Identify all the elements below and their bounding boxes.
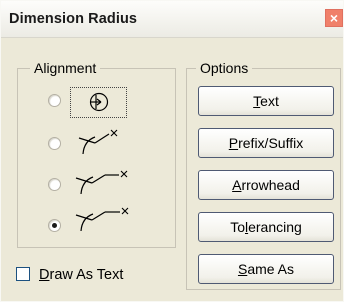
draw-as-text-checkbox[interactable] xyxy=(16,267,30,281)
draw-as-text-label[interactable]: Draw As Text xyxy=(39,267,123,283)
same-as-button[interactable]: Same As xyxy=(198,254,334,284)
close-icon: × xyxy=(329,10,339,26)
radius-long-shoulder-icon[interactable] xyxy=(71,206,133,232)
alignment-radio-4[interactable] xyxy=(48,219,61,232)
alignment-legend: Alignment xyxy=(30,60,101,76)
alignment-radio-3[interactable] xyxy=(48,178,61,191)
alignment-radio-2[interactable] xyxy=(48,137,61,150)
text-button-label: Text xyxy=(253,93,279,109)
radius-shoulder-icon[interactable] xyxy=(71,169,131,195)
radius-outside-icon[interactable] xyxy=(73,129,123,155)
alignment-radio-1[interactable] xyxy=(48,94,61,107)
tolerancing-button[interactable]: Tolerancing xyxy=(198,212,334,242)
dialog-title: Dimension Radius xyxy=(9,11,138,27)
prefix-suffix-button[interactable]: Prefix/Suffix xyxy=(198,128,334,158)
tolerancing-button-label: Tolerancing xyxy=(230,219,302,235)
radius-inside-icon[interactable] xyxy=(79,90,119,114)
title-bar[interactable]: Dimension Radius × xyxy=(1,1,343,38)
text-button[interactable]: Text xyxy=(198,86,334,116)
close-button[interactable]: × xyxy=(325,9,343,27)
prefix-suffix-button-label: Prefix/Suffix xyxy=(228,135,304,151)
arrowhead-button-label: Arrowhead xyxy=(232,177,300,193)
same-as-button-label: Same As xyxy=(237,261,295,277)
arrowhead-button[interactable]: Arrowhead xyxy=(198,170,334,200)
dimension-radius-dialog: Dimension Radius × Alignment Options Tex… xyxy=(0,0,344,302)
options-legend: Options xyxy=(196,60,253,76)
